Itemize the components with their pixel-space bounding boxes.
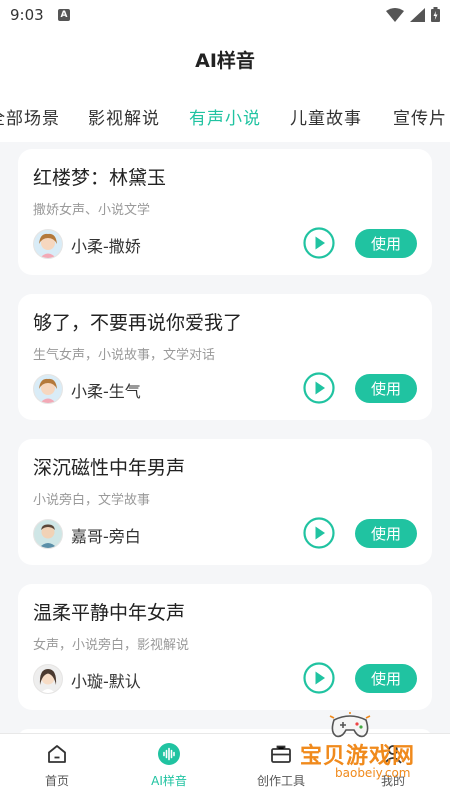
page-title: AI样音 [195,50,255,72]
nav-home[interactable]: 首页 [12,742,102,789]
voice-card[interactable]: 够了，不要再说你爱我了 生气女声，小说故事，文学对话 小柔-生气 使用 [18,294,432,420]
female-avatar-icon [33,229,63,259]
voice-card[interactable]: 红楼梦：林黛玉 撒娇女声、小说文学 小柔-撒娇 使用 [18,149,432,275]
signal-icon [410,7,425,22]
play-icon[interactable] [303,662,335,694]
status-icons [386,7,440,22]
use-button[interactable]: 使用 [355,664,417,693]
play-icon[interactable] [303,517,335,549]
watermark: 宝贝游戏网 baobeiy.com [300,712,445,784]
female-avatar-icon [33,374,63,404]
tab-audio-novel[interactable]: 有声小说 [189,104,261,129]
voice-card[interactable]: 深沉磁性中年男声 小说旁白，文学故事 嘉哥-旁白 使用 [18,439,432,565]
card-title: 深沉磁性中年男声 [33,457,186,479]
tab-children-story[interactable]: 儿童故事 [290,104,362,129]
wifi-icon [386,7,404,22]
status-time: 9:03 [10,6,44,24]
play-icon[interactable] [303,227,335,259]
notification-icon: A [58,9,70,21]
voice-name: 小柔-撒娇 [71,237,141,256]
nav-label: 首页 [44,774,69,788]
gamepad-icon [329,712,371,738]
nav-ai-voice[interactable]: AI样音 [124,742,214,789]
status-bar: 9:03 A [0,0,450,32]
app-header: AI样音 [0,32,450,90]
watermark-url: baobeiy.com [335,766,411,780]
play-icon[interactable] [303,372,335,404]
card-title: 够了，不要再说你爱我了 [33,312,243,334]
card-title: 温柔平静中年女声 [33,602,186,624]
tab-film-commentary[interactable]: 影视解说 [88,104,160,129]
voice-card[interactable]: 温柔平静中年女声 女声，小说旁白，影视解说 小璇-默认 使用 [18,584,432,710]
card-title: 红楼梦：林黛玉 [33,167,167,189]
use-button[interactable]: 使用 [355,519,417,548]
card-desc: 撒娇女声、小说文学 [33,203,151,218]
card-desc: 女声，小说旁白，影视解说 [33,638,190,653]
use-button[interactable]: 使用 [355,229,417,258]
voice-wave-icon [158,743,180,765]
card-desc: 小说旁白，文学故事 [33,493,151,508]
tab-all-scenes[interactable]: 全部场景 [0,104,60,129]
home-icon [48,745,66,763]
female-avatar-icon [33,664,63,694]
card-desc: 生气女声，小说故事，文学对话 [33,348,216,363]
use-button[interactable]: 使用 [355,374,417,403]
voice-name: 小璇-默认 [71,672,141,691]
male-avatar-icon [33,519,63,549]
nav-label: AI样音 [151,774,187,788]
voice-name: 小柔-生气 [71,382,141,401]
voice-name: 嘉哥-旁白 [71,527,141,546]
toolbox-icon [271,745,291,763]
battery-icon [431,7,440,22]
tab-promo-video[interactable]: 宣传片 [393,104,447,129]
category-tabs: 全部场景 影视解说 有声小说 儿童故事 宣传片 [0,90,450,142]
